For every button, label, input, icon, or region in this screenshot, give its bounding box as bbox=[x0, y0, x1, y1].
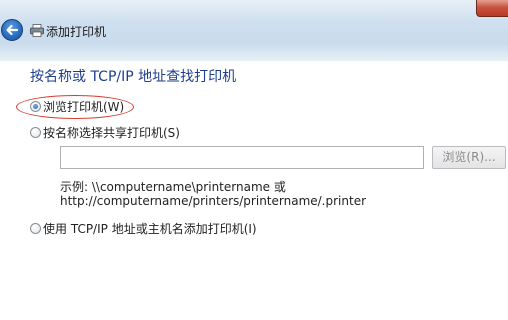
browse-button[interactable]: 浏览(R)... bbox=[432, 146, 506, 169]
back-button[interactable] bbox=[1, 19, 23, 41]
highlight-ellipse bbox=[16, 95, 134, 119]
title-bar: 添加打印机 bbox=[0, 0, 508, 61]
printer-icon bbox=[30, 24, 44, 37]
window-title: 添加打印机 bbox=[46, 25, 107, 39]
option-label-select-shared-printer[interactable]: 按名称选择共享打印机(S) bbox=[43, 124, 180, 141]
shared-printer-name-input[interactable] bbox=[60, 146, 424, 169]
radio-add-by-tcpip[interactable] bbox=[30, 223, 41, 234]
example-text-line1: 示例: \\computername\printername 或 bbox=[60, 180, 286, 194]
close-button[interactable] bbox=[476, 0, 508, 17]
title-bar-glass bbox=[0, 0, 508, 22]
radio-select-shared-printer[interactable] bbox=[30, 127, 41, 138]
option-label-add-by-tcpip[interactable]: 使用 TCP/IP 地址或主机名添加打印机(I) bbox=[43, 220, 257, 237]
page-title: 按名称或 TCP/IP 地址查找打印机 bbox=[30, 69, 237, 85]
back-arrow-icon bbox=[6, 24, 19, 36]
example-text-line2: http://computername/printers/printername… bbox=[60, 194, 367, 208]
